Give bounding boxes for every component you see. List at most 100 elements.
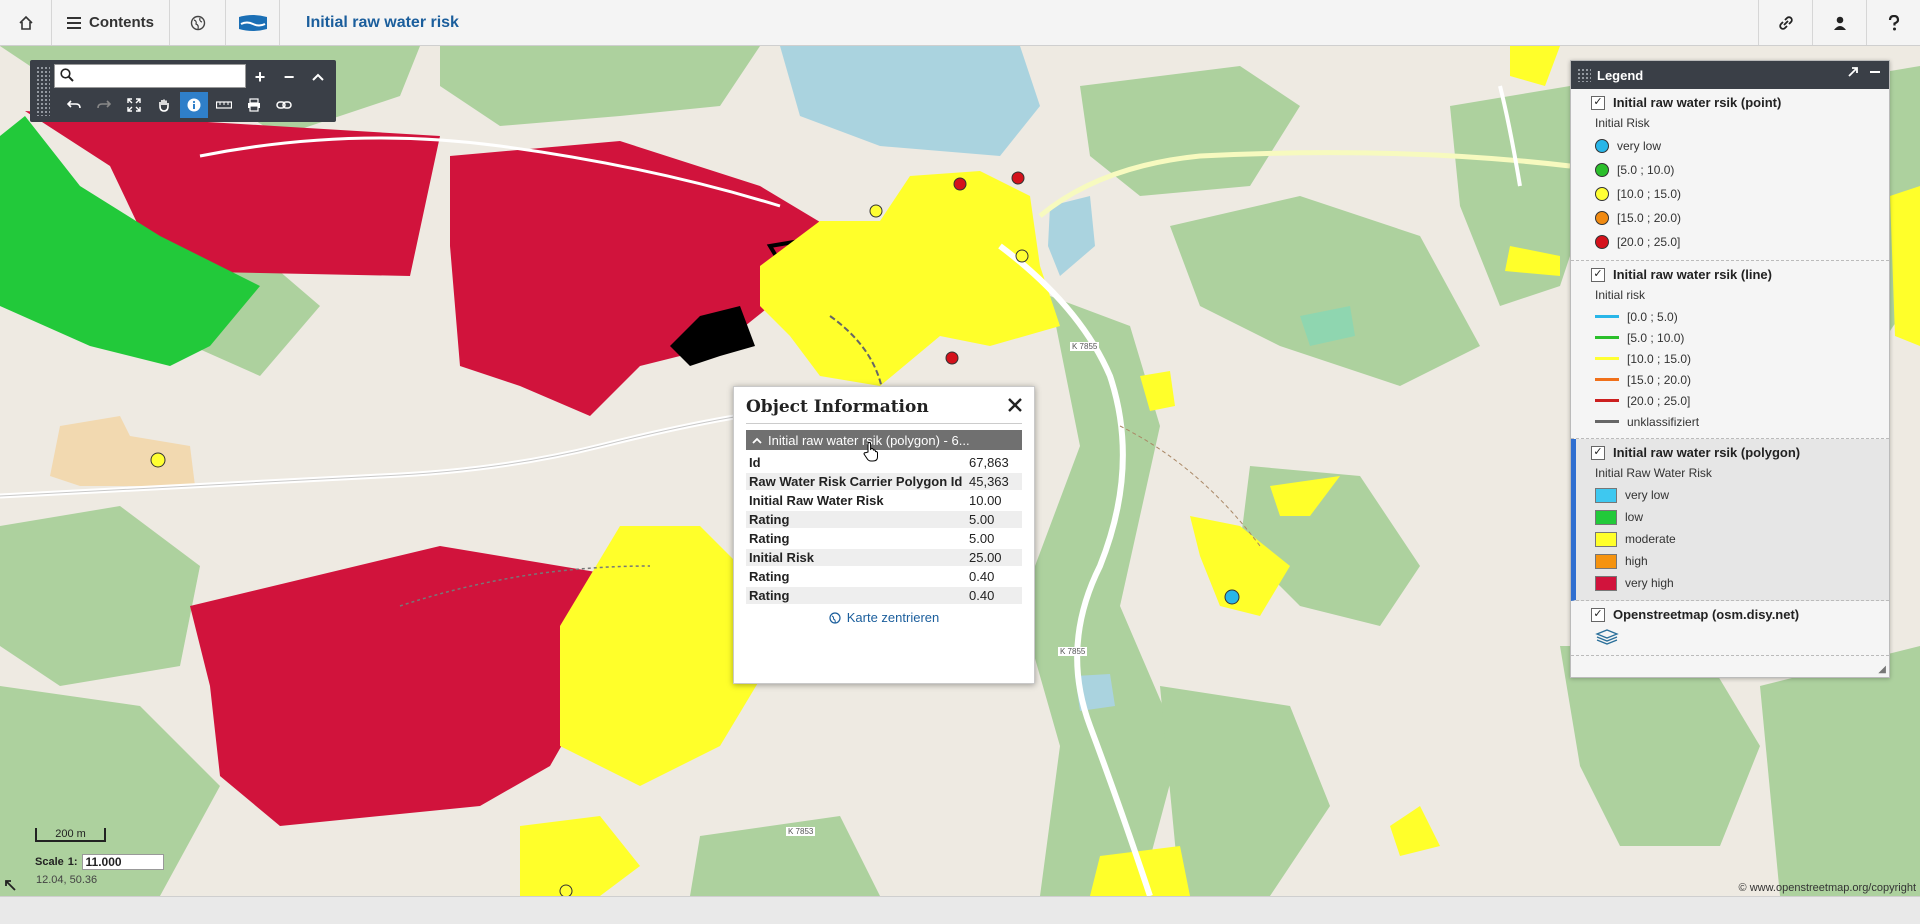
scale-input[interactable]: 11.000 (81, 854, 164, 870)
measure-button[interactable] (210, 92, 238, 118)
checkmark-icon: ✓ (1593, 96, 1603, 108)
attribute-key: Initial Risk (746, 549, 966, 566)
hand-icon (159, 99, 169, 112)
legend-item-label: moderate (1625, 532, 1676, 546)
map-toolbar: + − (30, 60, 336, 122)
legend-drag-handle[interactable] (1577, 68, 1591, 82)
legend-item: low (1595, 506, 1879, 528)
table-row: Initial Risk 25.00 (746, 549, 1022, 566)
help-button[interactable] (1866, 0, 1920, 45)
legend-swatch (1595, 357, 1619, 360)
expand-corner-button[interactable] (4, 878, 16, 894)
legend-swatch (1595, 235, 1609, 249)
legend-item-label: [10.0 ; 15.0) (1627, 351, 1692, 366)
home-button[interactable] (0, 0, 52, 45)
legend-swatch (1595, 378, 1619, 381)
layer-point-subtitle: Initial Risk (1595, 116, 1650, 130)
zoom-out-button[interactable]: − (275, 64, 303, 90)
minimize-icon (1870, 71, 1880, 73)
close-icon (1008, 398, 1022, 412)
legend-item: [15.0 ; 20.0) (1595, 369, 1879, 390)
object-group-header[interactable]: Initial raw water rsik (polygon) - 6... (746, 430, 1022, 450)
attribute-key: Id (749, 455, 761, 470)
layer-line-checkbox[interactable]: ✓ (1591, 267, 1605, 282)
minus-icon: − (283, 66, 295, 87)
attribute-key: Raw Water Risk Carrier Polygon Id (746, 473, 966, 490)
search-input[interactable] (54, 64, 246, 88)
layer-polygon-title: Initial raw water rsik (polygon) (1613, 445, 1801, 460)
contents-label: Contents (89, 14, 154, 31)
legend-swatch (1595, 509, 1617, 525)
attribute-value: 5.00 (966, 511, 1022, 528)
legend-swatch (1595, 487, 1617, 503)
legend-item: [0.0 ; 5.0) (1595, 306, 1879, 327)
legend-item: [5.0 ; 10.0) (1595, 158, 1879, 182)
layers-icon (1595, 629, 1619, 645)
legend-item-label: [20.0 ; 25.0] (1617, 235, 1681, 249)
legend-swatch (1595, 315, 1619, 318)
legend-item: very low (1595, 484, 1879, 506)
redo-button[interactable] (90, 92, 118, 118)
undo-icon (67, 100, 81, 109)
layer-basemap-checkbox[interactable]: ✓ (1591, 607, 1605, 622)
legend-swatch (1595, 187, 1609, 201)
attribute-value: 25.00 (966, 549, 1022, 566)
table-row: Rating 5.00 (746, 530, 1022, 547)
coordinates-readout: 12.04, 50.36 (36, 874, 98, 886)
popout-arrow-icon (1848, 67, 1858, 77)
attribute-value: 10.00 (969, 493, 1002, 508)
layer-point-checkbox[interactable]: ✓ (1591, 95, 1605, 110)
toolbar-drag-handle[interactable] (36, 66, 50, 116)
legend-resize-handle[interactable]: ◢ (1878, 664, 1886, 675)
globe-icon (829, 611, 841, 624)
legend-section-line: ✓ Initial raw water rsik (line) Initial … (1571, 261, 1889, 439)
legend-minimize-button[interactable] (1869, 65, 1881, 83)
user-icon (1833, 16, 1846, 30)
legend-item: [10.0 ; 15.0) (1595, 182, 1879, 206)
attribute-value: 5.00 (969, 531, 995, 546)
scale-control: Scale 1: 11.000 (35, 854, 164, 870)
road-label-k7855-a: K 7855 (1070, 342, 1100, 351)
user-button[interactable] (1812, 0, 1866, 45)
close-button[interactable] (1008, 395, 1022, 418)
info-tool-button[interactable] (180, 92, 208, 118)
print-button[interactable] (240, 92, 268, 118)
map-selector-button[interactable] (170, 0, 226, 45)
legend-item-label: high (1625, 554, 1648, 568)
link-icon (1778, 15, 1793, 30)
app-logo[interactable] (226, 0, 280, 45)
legend-item-label: very low (1617, 139, 1662, 153)
scale-label: Scale (35, 856, 64, 868)
legend-popout-button[interactable] (1847, 65, 1859, 83)
full-extent-button[interactable] (120, 92, 148, 118)
pan-button[interactable] (150, 92, 178, 118)
legend-item: very high (1595, 572, 1879, 594)
legend-item: unklassifiziert (1595, 411, 1879, 432)
globe-icon (190, 15, 205, 30)
legend-item-label: unklassifiziert (1627, 414, 1700, 429)
printer-icon (248, 98, 260, 112)
legend-item-label: [10.0 ; 15.0) (1617, 187, 1682, 201)
legend-panel: Legend ✓ Initial raw water rsik (point) … (1570, 60, 1890, 678)
legend-swatch (1595, 420, 1619, 423)
link-tool-button[interactable] (270, 92, 298, 118)
link-button[interactable] (1758, 0, 1812, 45)
legend-item-label: [5.0 ; 10.0) (1627, 330, 1685, 345)
legend-item: [5.0 ; 10.0) (1595, 327, 1879, 348)
legend-swatch (1595, 211, 1609, 225)
legend-item-label: [0.0 ; 5.0) (1627, 309, 1678, 324)
collapse-toolbar-button[interactable] (304, 64, 332, 90)
road-label-k7853: K 7853 (786, 827, 816, 836)
table-row: Rating 0.40 (746, 568, 1022, 585)
info-icon (187, 98, 201, 112)
layer-polygon-checkbox[interactable]: ✓ (1591, 445, 1605, 460)
center-map-link[interactable]: Karte zentrieren (746, 610, 1022, 625)
legend-section-point: ✓ Initial raw water rsik (point) Initial… (1571, 89, 1889, 261)
chevron-up-icon (312, 73, 324, 81)
attribute-key: Rating (749, 531, 790, 546)
contents-button[interactable]: Contents (52, 0, 170, 45)
zoom-in-button[interactable]: + (246, 64, 274, 90)
undo-button[interactable] (60, 92, 88, 118)
map-copyright[interactable]: © www.openstreetmap.org/copyright (1739, 882, 1916, 894)
attribute-value: 0.40 (966, 587, 1022, 604)
